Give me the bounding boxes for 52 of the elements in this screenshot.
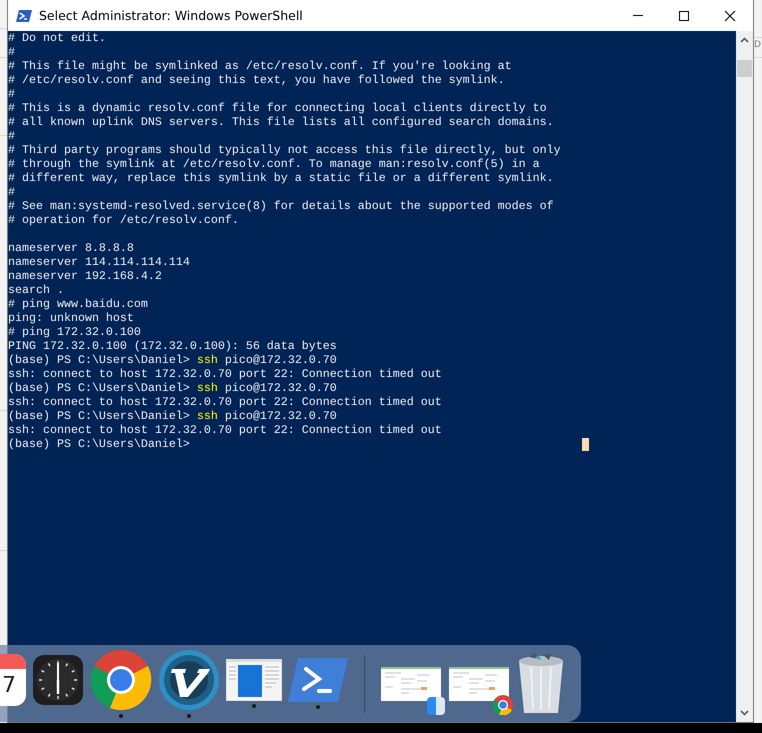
console-line: nameserver 192.168.4.2 (8, 269, 163, 283)
console-line: ping: unknown host (8, 311, 135, 325)
console-line: # all known uplink DNS servers. This file lists all configured search domains. (8, 115, 555, 129)
app-badge-icon (427, 696, 445, 714)
console-line: # (8, 129, 16, 143)
window-thumbnail[interactable] (449, 666, 509, 700)
console-line: (base) PS C:\Users\Daniel> ssh pico@172.32.0.70 (8, 409, 338, 423)
console-line: # (8, 45, 16, 59)
console-line: # (8, 185, 16, 199)
scroll-down-icon[interactable] (740, 710, 749, 716)
console-line: PING 172.32.0.100 (172.32.0.100): 56 data bytes (8, 339, 338, 353)
scroll-thumb[interactable] (737, 60, 752, 77)
console-line: # ping 172.32.0.100 (8, 325, 142, 339)
scrollbar[interactable] (736, 31, 753, 722)
console-line: # (8, 87, 16, 101)
console-line: nameserver 114.114.114.114 (8, 255, 191, 269)
window-thumbnail[interactable] (381, 666, 441, 700)
minimize-icon (633, 15, 643, 16)
clock-icon[interactable] (32, 654, 84, 706)
terminal-icon[interactable] (288, 658, 348, 702)
window-app-icon[interactable] (226, 659, 282, 701)
scroll-up-icon[interactable] (740, 37, 749, 43)
console-line: # Do not edit. (8, 31, 107, 45)
console-line: search . (8, 283, 65, 297)
browser-icon[interactable] (90, 649, 152, 711)
console-line: # ping www.baidu.com (8, 297, 149, 311)
console-line: ssh: connect to host 172.32.0.70 port 22: Connection timed out (8, 367, 443, 381)
console-line: ssh: connect to host 172.32.0.70 port 22: Connection timed out (8, 395, 443, 409)
console-line: (base) PS C:\Users\Daniel> ssh pico@172.32.0.70 (8, 353, 338, 367)
console-line: ssh: connect to host 172.32.0.70 port 22: Connection timed out (8, 423, 443, 437)
console-line: # different way, replace this symlink by a static file or a different symlink. (8, 171, 555, 185)
console-line: nameserver 8.8.8.8 (8, 241, 135, 255)
calendar-app-icon[interactable]: 7 (0, 654, 26, 706)
maximize-icon (678, 10, 690, 22)
console-line: (base) PS C:\Users\Daniel> (8, 437, 190, 451)
background-window-text: D (754, 40, 761, 50)
console-line: # /etc/resolv.conf and seeing this text, you have followed the symlink. (8, 73, 506, 87)
browser-icon (493, 694, 513, 714)
console-line: # operation for /etc/resolv.conf. (8, 213, 240, 227)
console-line: # This file might be symlinked as /etc/resolv.conf. If you're looking at (8, 59, 513, 73)
console-line: # Third party programs should typically not access this file directly, but only (8, 143, 562, 157)
calendar-day-text: 7 (2, 672, 16, 700)
console-line: # This is a dynamic resolv.conf file for connecting local clients directly to (8, 101, 548, 115)
window-title: Select Administrator: Windows PowerShell (39, 8, 303, 23)
console-line: # See man:systemd-resolved.service(8) for details about the supported modes of (8, 199, 555, 213)
console-line: (base) PS C:\Users\Daniel> ssh pico@172.32.0.70 (8, 381, 338, 395)
terminal-icon (16, 10, 32, 22)
trash-icon[interactable] (517, 652, 565, 714)
v-logo-icon[interactable] (158, 649, 220, 711)
close-icon (724, 10, 736, 22)
console-line: # through the symlink at /etc/resolv.conf. To manage man:resolv.conf(5) in a (8, 157, 541, 171)
text-cursor (582, 438, 589, 450)
